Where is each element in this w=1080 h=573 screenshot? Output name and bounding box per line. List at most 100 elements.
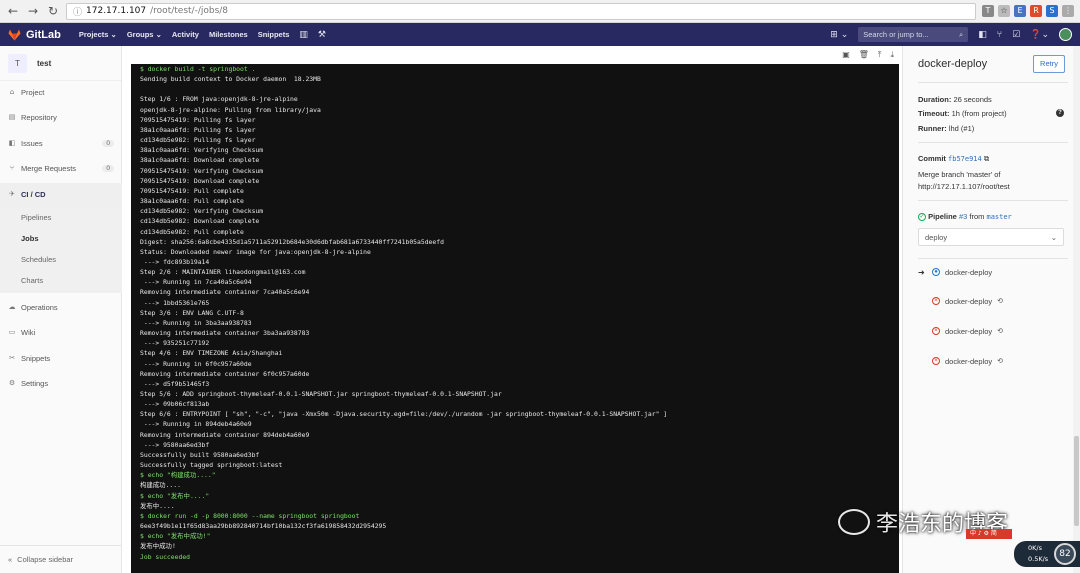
nav-activity[interactable]: Activity [172, 30, 199, 39]
divider [918, 142, 1068, 143]
extension-icon[interactable]: R [1030, 5, 1042, 17]
job-item[interactable]: × docker-deploy ⟲ [918, 324, 1003, 338]
search-placeholder: Search or jump to... [863, 30, 929, 39]
chart-icon[interactable]: ▥ [299, 30, 308, 40]
scroll-bottom-icon[interactable]: ⤓ [890, 50, 894, 60]
sidebar-sub-pipelines[interactable]: Pipelines [0, 207, 122, 227]
forward-icon[interactable]: → [26, 4, 40, 18]
job-log-area: ▣ 🗑 ⤒ ⤓ $ docker build -t springboot . Se… [122, 46, 902, 573]
commit-sha-link[interactable]: fb57e914 [948, 155, 982, 163]
sidebar-item-operations[interactable]: ☁ Operations [0, 298, 122, 316]
log-line: openjdk-8-jre-alpine: Pulling from libra… [140, 105, 321, 114]
tanuki-icon [8, 29, 21, 40]
sidebar-item-issues[interactable]: ◧ Issues 0 [0, 134, 122, 152]
running-status-icon: ● [932, 268, 940, 276]
issues-icon[interactable]: ◧ [978, 30, 987, 40]
search-input[interactable]: Search or jump to... ⌕ [858, 27, 969, 42]
chevron-down-icon: ⌄ [1050, 232, 1057, 242]
merge-count: 0 [102, 164, 114, 172]
back-icon[interactable]: ← [6, 4, 20, 18]
sidebar-item-merge-requests[interactable]: ⑂ Merge Requests 0 [0, 159, 122, 177]
nav-milestones[interactable]: Milestones [209, 30, 248, 39]
site-info-icon[interactable]: ⓘ [73, 5, 82, 18]
log-line: Step 6/6 : ENTRYPOINT [ "sh", "-c", "jav… [140, 410, 668, 419]
avatar[interactable] [1059, 28, 1072, 41]
log-line: 38a1c0aaa6fd: Verifying Checksum [140, 146, 264, 155]
scroll-top-icon[interactable]: ⤒ [878, 50, 882, 60]
log-line: Successfully built 9580aa6ed3bf [140, 450, 260, 459]
wechat-icon [838, 509, 870, 535]
pipeline-ref[interactable]: master [986, 213, 1011, 221]
job-item[interactable]: × docker-deploy ⟲ [918, 294, 1003, 308]
job-item[interactable]: × docker-deploy ⟲ [918, 354, 1003, 368]
sidebar-item-label: Snippets [21, 353, 51, 363]
input-method-badge[interactable]: 中 ♪ ⚙ 简 [966, 529, 1012, 539]
log-line: ---> Running in 3ba3aa938783 [140, 318, 252, 327]
sidebar-item-settings[interactable]: ⚙ Settings [0, 374, 122, 392]
scrollbar-thumb[interactable] [1074, 436, 1079, 526]
log-line: 709515475419: Pulling fs layer [140, 115, 256, 124]
commit-label: Commit [918, 154, 946, 163]
project-avatar: T [8, 53, 27, 73]
log-line: ---> Running in 6f0c957a60de [140, 359, 252, 368]
menu-icon[interactable]: ⋮ [1062, 5, 1074, 17]
plus-icon[interactable]: ⊞ ⌄ [830, 30, 848, 40]
log-line: 38a1c0aaa6fd: Pulling fs layer [140, 125, 256, 134]
bookmark-star-icon[interactable]: ☆ [998, 5, 1010, 17]
address-bar[interactable]: ⓘ 172.17.1.107/root/test/-/jobs/8 [66, 2, 976, 20]
erase-icon[interactable]: 🗑 [859, 50, 869, 60]
sidebar: T test ⌂ Project ▤ Repository ◧ Issues 0… [0, 46, 122, 573]
sidebar-item-label: Merge Requests [21, 163, 77, 173]
job-item-current[interactable]: ➜ ● docker-deploy [918, 265, 992, 279]
translate-icon[interactable]: T [982, 5, 994, 17]
sidebar-item-wiki[interactable]: ▭ Wiki [0, 323, 122, 341]
sidebar-item-project[interactable]: ⌂ Project [0, 83, 122, 101]
cpu-gauge: 82 [1054, 543, 1076, 565]
job-title: docker-deploy [918, 58, 988, 70]
project-name: test [37, 58, 52, 68]
retry-button[interactable]: Retry [1033, 55, 1065, 73]
log-line: cd134db5e982: Verifying Checksum [140, 207, 264, 216]
merge-requests-icon[interactable]: ⑂ [997, 30, 1002, 40]
divider [918, 258, 1068, 259]
sidebar-item-repository[interactable]: ▤ Repository [0, 108, 122, 126]
sidebar-item-snippets[interactable]: ✂ Snippets [0, 349, 122, 367]
sidebar-sub-charts[interactable]: Charts [0, 270, 122, 290]
retried-icon: ⟲ [997, 357, 1003, 365]
house-icon: ⌂ [9, 88, 15, 96]
wrench-icon[interactable]: ⚒ [318, 30, 326, 40]
extension-icon[interactable]: E [1014, 5, 1026, 17]
failed-status-icon: × [932, 357, 940, 365]
copy-icon[interactable]: ⧉ [984, 154, 989, 163]
sidebar-item-label: CI / CD [21, 189, 46, 199]
help-icon[interactable]: ? [1056, 109, 1064, 117]
collapse-label: Collapse sidebar [17, 555, 74, 564]
stage-select[interactable]: deploy ⌄ [918, 228, 1064, 246]
log-line: 构建成功.... [140, 481, 181, 490]
sidebar-sub-schedules[interactable]: Schedules [0, 249, 122, 269]
help-icon[interactable]: ❓⌄ [1030, 30, 1049, 40]
sidebar-item-label: Project [21, 87, 45, 97]
pipeline-link[interactable]: #3 [959, 212, 967, 221]
gitlab-logo[interactable]: GitLab [8, 29, 61, 41]
log-line: Step 2/6 : MAINTAINER lihaodongmail@163.… [140, 268, 306, 277]
sidebar-item-label: Operations [21, 302, 58, 312]
reload-icon[interactable]: ↻ [46, 4, 60, 18]
url-path: /root/test/-/jobs/8 [150, 6, 229, 16]
log-line: cd134db5e982: Pull complete [140, 227, 244, 236]
nav-projects[interactable]: Projects ⌄ [79, 30, 117, 39]
todos-icon[interactable]: ☑ [1012, 30, 1020, 40]
project-header[interactable]: T test [0, 46, 121, 81]
nav-groups[interactable]: Groups ⌄ [127, 30, 162, 39]
extension-icons: T ☆ E R S ⋮ [982, 5, 1074, 17]
sidebar-sub-jobs[interactable]: Jobs [0, 228, 122, 248]
collapse-sidebar-button[interactable]: « Collapse sidebar [0, 545, 122, 573]
raw-log-icon[interactable]: ▣ [842, 50, 850, 60]
extension-icon[interactable]: S [1046, 5, 1058, 17]
sidebar-item-cicd[interactable]: ✈ CI / CD [0, 185, 122, 203]
log-line: $ echo "发布中成功!" [140, 532, 211, 541]
gear-icon: ⚙ [8, 379, 16, 387]
timeout-label: Timeout: [918, 109, 950, 118]
nav-snippets[interactable]: Snippets [258, 30, 290, 39]
